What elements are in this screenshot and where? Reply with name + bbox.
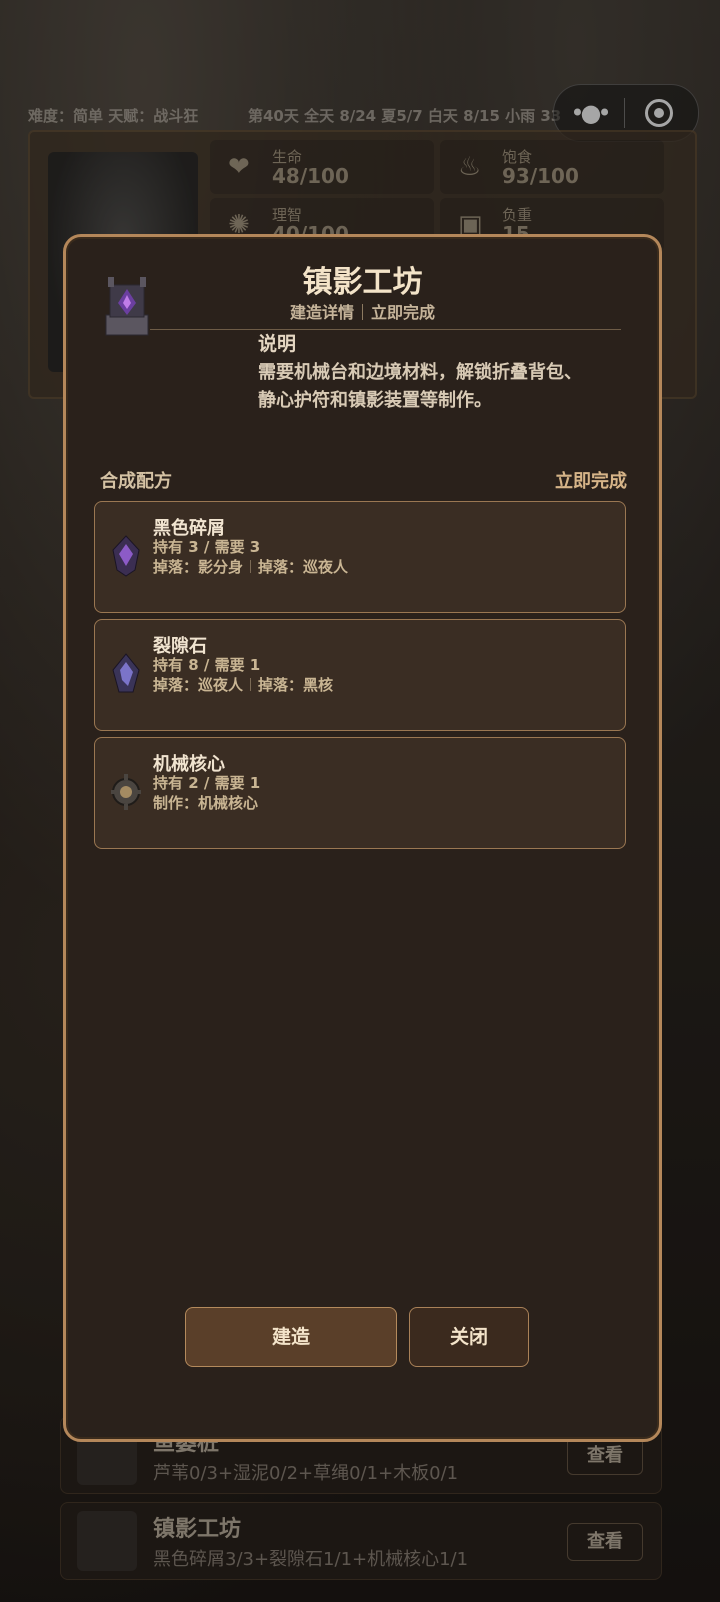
source-divider: [250, 560, 252, 573]
modal-title: 镇影工坊: [302, 265, 423, 300]
source-divider: [250, 678, 252, 691]
ingredient-source: 制作：机械核心: [153, 792, 258, 813]
recipe-heading: 合成配方: [100, 471, 172, 492]
header-divider: [150, 329, 621, 330]
ingredient-source: 掉落：影分身 掉落：巡夜人: [153, 556, 348, 577]
source-1: 制作：机械核心: [153, 794, 259, 812]
mechanical-core-icon: [111, 774, 141, 810]
ingredient-quantity: 持有 2 / 需要 1: [153, 774, 261, 792]
modal-subtitle: 建造详情 立即完成: [66, 299, 659, 323]
build-button[interactable]: 建造: [185, 1307, 397, 1367]
ingredient-quantity: 持有 3 / 需要 3: [153, 538, 261, 556]
description-text: 需要机械台和边境材料，解锁折叠背包、静心护符和镇影装置等制作。: [258, 362, 582, 411]
close-button[interactable]: 关闭: [409, 1307, 529, 1367]
ingredient-row: 黑色碎屑 持有 3 / 需要 3 掉落：影分身 掉落：巡夜人: [94, 501, 626, 613]
ingredient-source: 掉落：巡夜人 掉落：黑核: [153, 674, 333, 695]
ingredient-quantity: 持有 8 / 需要 1: [153, 656, 261, 674]
ingredient-row: 机械核心 持有 2 / 需要 1 制作：机械核心: [94, 737, 626, 849]
description-heading: 说明: [258, 333, 297, 355]
build-detail-modal: 镇影工坊 建造详情 立即完成 说明 需要机械台和边境材料，解锁折叠背包、静心护符和…: [63, 234, 662, 1442]
build-detail-label: 建造详情: [289, 303, 354, 322]
source-1: 掉落：巡夜人: [153, 676, 244, 694]
subtitle-divider: [362, 304, 363, 320]
finish-now-button[interactable]: 立即完成: [555, 467, 627, 493]
rift-stone-icon: [112, 653, 140, 693]
source-2: 掉落：巡夜人: [258, 558, 349, 576]
source-1: 掉落：影分身: [153, 558, 244, 576]
ingredient-row: 裂隙石 持有 8 / 需要 1 掉落：巡夜人 掉落：黑核: [94, 619, 626, 731]
finish-now-tag: 立即完成: [371, 303, 436, 322]
black-shard-icon: [112, 535, 140, 577]
source-2: 掉落：黑核: [258, 676, 334, 694]
